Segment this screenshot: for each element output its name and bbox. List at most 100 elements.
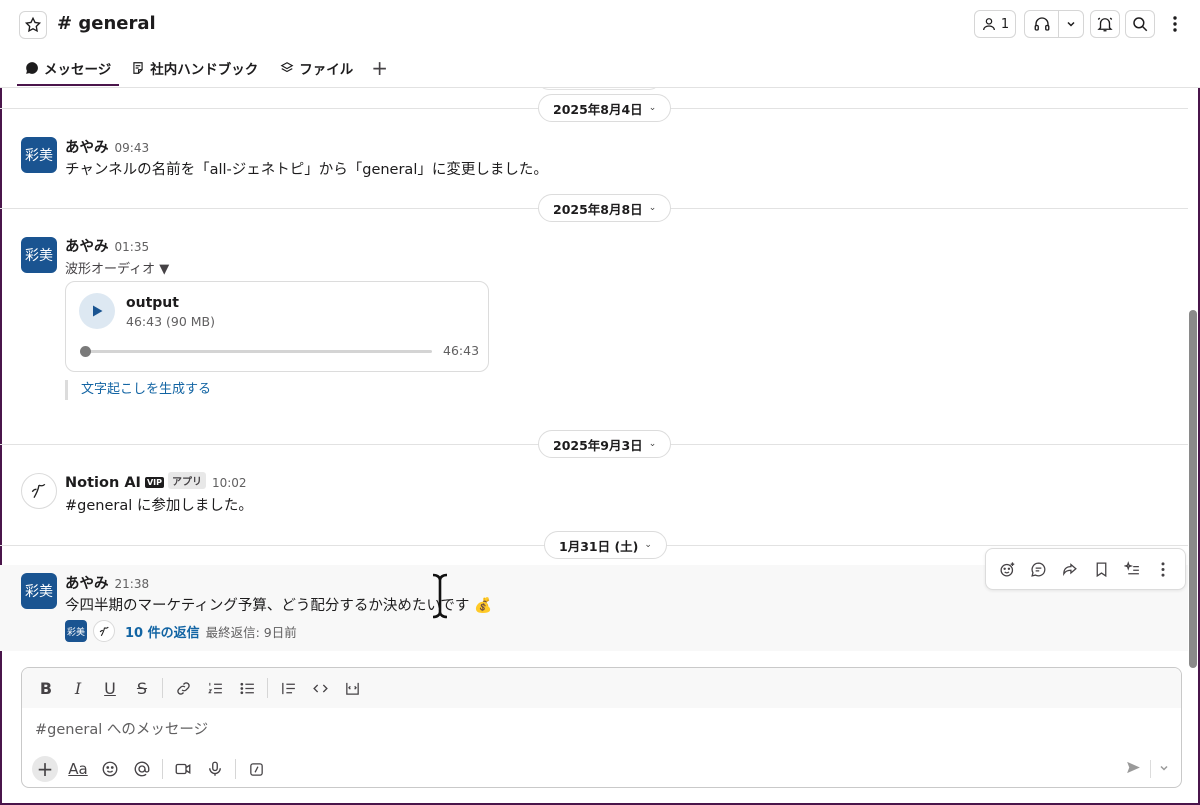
scrollbar[interactable] [1189,310,1197,668]
date-pill[interactable]: 1月31日 (土) ⌄ [544,531,667,559]
add-tab-button[interactable]: + [361,50,398,86]
notion-ai-logo-icon [99,626,109,636]
message-text: 今四半期のマーケティング予算、どう配分するか決めたいです 💰 [65,598,493,614]
video-icon[interactable] [167,755,199,783]
layers-icon [280,62,294,73]
generate-transcript-link[interactable]: 文字起こしを生成する [65,380,211,400]
italic-icon[interactable]: I [62,674,94,702]
chevron-down-icon: ⌄ [644,540,652,550]
more-actions-icon[interactable] [1150,556,1176,582]
channel-tabs: メッセージ 社内ハンドブック ファイル + [17,50,398,86]
plus-icon[interactable]: + [32,756,58,782]
audio-progress-track[interactable] [84,350,432,353]
toolbar-separator [1150,760,1151,778]
add-reaction-icon[interactable] [995,556,1021,582]
text-cursor-icon [432,573,448,619]
underline-icon[interactable]: U [94,674,126,702]
sender-name[interactable]: あやみ [65,239,109,255]
app-badge: アプリ [167,472,206,489]
search-icon[interactable] [1125,10,1155,38]
sender-name[interactable]: Notion AI [65,475,141,491]
forward-icon[interactable] [1057,556,1083,582]
message-item[interactable]: Notion AI VIP アプリ 10:02 #general に参加しました。 [0,470,1188,520]
more-options-icon[interactable] [1162,10,1188,38]
date-label: 2025年9月3日 [553,437,643,453]
canvas-doc-icon [133,62,143,74]
thread-replies[interactable]: 彩美 10 件の返信 最終返信: 9日前 [65,620,297,642]
message-time[interactable]: 21:38 [115,577,150,591]
composer-actions: + Aa [22,754,1181,784]
sender-name[interactable]: あやみ [65,576,109,592]
message-header: Notion AI VIP アプリ 10:02 [65,472,247,491]
tab-label: 社内ハンドブック [150,62,259,78]
date-pill[interactable]: 2025年9月3日 ⌄ [538,430,672,458]
message-bubble-icon [26,62,38,74]
avatar[interactable]: 彩美 [21,237,57,273]
send-icon[interactable] [1125,759,1142,780]
audio-scrubber-handle[interactable] [80,346,91,357]
huddle-button[interactable] [1024,10,1084,38]
audio-subtitle[interactable]: 波形オーディオ ▼ [65,258,169,277]
blockquote-icon[interactable] [272,674,304,702]
formatting-toolbar: B I U S [22,668,1181,708]
message-item[interactable]: 彩美 あやみ 01:35 波形オーディオ ▼ output 46:43 (90 M… [0,88,1188,418]
microphone-icon[interactable] [199,755,231,783]
toolbar-separator [267,678,268,698]
message-composer: B I U S #general へのメッセージ + Aa [21,667,1182,788]
message-header: あやみ 21:38 [65,572,149,593]
slash-command-icon[interactable] [240,755,272,783]
toolbar-separator [235,759,236,779]
notion-ai-logo-icon [31,483,46,499]
bulleted-list-icon[interactable] [231,674,263,702]
tab-messages[interactable]: メッセージ [17,50,120,86]
tab-handbook[interactable]: 社内ハンドブック [123,50,266,86]
audio-title[interactable]: output [126,295,179,311]
avatar[interactable]: 彩美 [21,573,57,609]
emoji-icon[interactable] [94,755,126,783]
message-header: あやみ 01:35 [65,235,149,256]
reply-avatar: 彩美 [65,620,87,642]
play-icon[interactable] [79,293,115,329]
last-reply-time: 最終返信: 9日前 [205,624,297,640]
reply-count-link[interactable]: 10 件の返信 [125,622,200,641]
headphones-icon[interactable] [1025,11,1059,37]
chevron-down-icon: ⌄ [648,439,657,449]
notion-ai-reply-avatar [93,620,115,642]
audio-player: output 46:43 (90 MB) 46:43 [65,281,489,372]
message-input[interactable]: #general へのメッセージ [35,718,208,739]
members-button[interactable]: 1 [974,10,1016,38]
mention-icon[interactable] [126,755,158,783]
bold-icon[interactable]: B [30,674,62,702]
message-text: #general に参加しました。 [65,498,253,514]
ai-summarize-icon[interactable] [1119,556,1145,582]
channel-header: # general 1 メッセージ 社内ハンドブック ファイル + [0,0,1200,88]
ordered-list-icon[interactable] [199,674,231,702]
star-icon[interactable] [19,11,47,39]
person-icon [982,18,995,31]
audio-meta: 46:43 (90 MB) [126,314,215,329]
message-actions-toolbar [985,548,1186,590]
code-block-icon[interactable] [336,674,368,702]
link-icon[interactable] [167,674,199,702]
message-time[interactable]: 01:35 [115,240,150,254]
vip-badge: VIP [144,477,164,488]
chevron-down-icon[interactable] [1059,19,1083,29]
notion-ai-avatar[interactable] [21,473,57,509]
reply-in-thread-icon[interactable] [1026,556,1052,582]
chevron-down-icon[interactable] [1159,761,1169,777]
strikethrough-icon[interactable]: S [126,674,158,702]
date-label: 1月31日 (土) [559,538,639,554]
notification-bell-icon[interactable] [1090,10,1120,38]
tab-files[interactable]: ファイル [272,50,361,86]
toolbar-separator [162,759,163,779]
channel-title[interactable]: # general [57,13,156,34]
toolbar-separator [162,678,163,698]
audio-duration: 46:43 [443,343,480,358]
message-time[interactable]: 10:02 [212,476,247,490]
bookmark-icon[interactable] [1088,556,1114,582]
code-icon[interactable] [304,674,336,702]
formatting-toggle-button[interactable]: Aa [62,755,94,783]
tab-label: ファイル [299,62,354,78]
members-count: 1 [1000,16,1010,32]
send-controls [1125,754,1169,784]
